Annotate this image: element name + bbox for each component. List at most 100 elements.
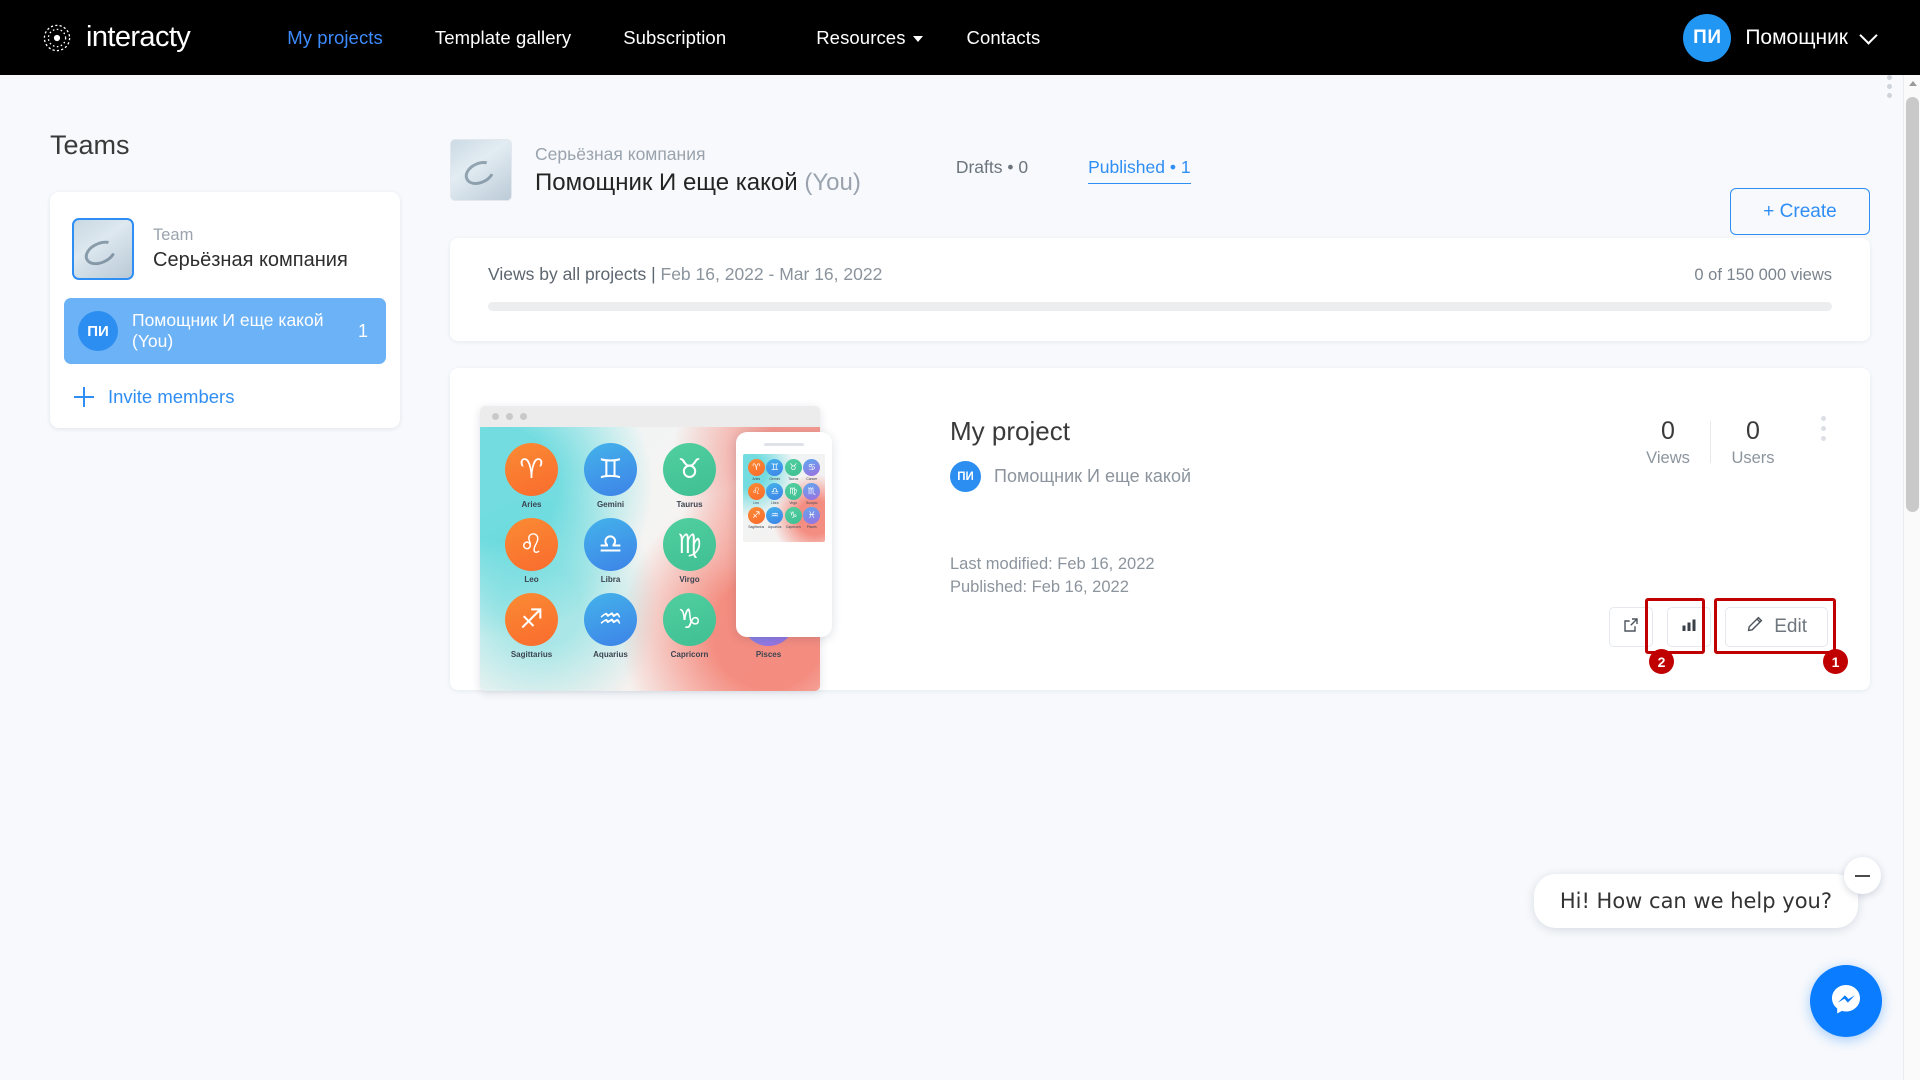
zodiac-sign-label: Cancer (806, 477, 818, 481)
zodiac-sign-icon: ♍ (784, 483, 802, 500)
zodiac-sign-icon: ♎ (584, 518, 637, 571)
zodiac-sign-label: Taurus (676, 500, 703, 509)
zodiac-cell[interactable]: ♐ Sagittarius (492, 593, 571, 659)
zodiac-cell[interactable]: ♍ Virgo (650, 518, 729, 584)
stat-users-label: Users (1731, 449, 1775, 467)
zodiac-sign-label: Aries (521, 500, 542, 509)
zodiac-sign-label: Gemini (596, 500, 625, 509)
page-scrollbar[interactable] (1903, 75, 1920, 1080)
tab-drafts[interactable]: Drafts • 0 (956, 157, 1028, 183)
zodiac-cell[interactable]: ♎ Libra (571, 518, 650, 584)
sunburst-logo-icon (40, 21, 74, 55)
zodiac-cell-mobile: ♐ Sagittarius (747, 507, 766, 529)
zodiac-sign-icon: ♋ (803, 459, 821, 476)
zodiac-sign-label: Sagittarius (510, 650, 553, 659)
main-nav: My projects Template gallery Subscriptio… (287, 27, 1092, 49)
phone-speaker (764, 443, 804, 446)
open-project-button[interactable] (1609, 607, 1654, 647)
avatar: ПИ (950, 461, 981, 492)
zodiac-sign-icon: ♌ (747, 483, 765, 500)
zodiac-cell[interactable]: ♒ Aquarius (571, 593, 650, 659)
nav-resources-label: Resources (816, 26, 906, 48)
project-actions: Edit (1609, 607, 1828, 647)
create-button[interactable]: + Create (1730, 188, 1870, 235)
zodiac-cell-mobile: ♏ Scorpio (803, 483, 822, 505)
chevron-down-icon (912, 35, 923, 42)
member-project-count: 1 (357, 320, 368, 341)
top-navigation-bar: interacty My projects Template gallery S… (0, 0, 1920, 75)
chat-minimize-button[interactable] (1844, 857, 1881, 894)
team-avatar-image (72, 218, 134, 280)
chevron-down-icon (1859, 26, 1878, 45)
zodiac-cell-mobile: ♒ Aquarius (766, 507, 785, 529)
zodiac-sign-icon: ♉ (663, 443, 716, 496)
zodiac-sign-label: Aries (752, 477, 761, 481)
owner-you-suffix: (You) (804, 168, 861, 196)
nav-resources[interactable]: Resources (816, 26, 923, 49)
zodiac-sign-label: Leo (524, 575, 539, 584)
stats-button[interactable] (1667, 607, 1712, 647)
edit-button[interactable]: Edit (1725, 607, 1828, 647)
brand-logo-link[interactable]: interacty (40, 21, 191, 55)
page-body: Teams Team Серьёзная компания ПИ Помощни… (0, 75, 1920, 1080)
brand-name: interacty (86, 21, 191, 53)
zodiac-sign-icon: ♌ (505, 518, 558, 571)
browser-chrome-bar (480, 406, 820, 427)
last-modified-date: Last modified: Feb 16, 2022 (950, 555, 1155, 573)
zodiac-sign-label: Taurus (788, 477, 799, 481)
zodiac-grid-mobile: ♈ Aries ♊ Gemini ♉ Taurus ♋ Cancer ♌ Leo ♎ Libra ♍ Vi… (747, 459, 821, 529)
views-date-range: Feb 16, 2022 - Mar 16, 2022 (660, 264, 883, 284)
zodiac-sign-label: Pisces (806, 525, 817, 529)
published-date: Published: Feb 16, 2022 (950, 578, 1129, 596)
views-progress-bar (488, 302, 1832, 311)
nav-template-gallery[interactable]: Template gallery (435, 27, 571, 49)
tab-published[interactable]: Published • 1 (1088, 157, 1191, 184)
annotation-badge-1: 1 (1823, 649, 1848, 674)
org-avatar-image (450, 139, 512, 201)
annotation-badge-2: 2 (1649, 649, 1674, 674)
messenger-launcher-button[interactable] (1810, 965, 1882, 1037)
avatar: ПИ (1683, 13, 1732, 62)
kebab-menu-icon[interactable] (1821, 416, 1826, 441)
messenger-icon (1826, 979, 1866, 1024)
project-preview[interactable]: ♈Aries♊Gemini♉Taurus♋Cancer♌Leo♎Libra♍Vi… (480, 406, 950, 691)
zodiac-sign-label: Pisces (755, 650, 782, 659)
nav-subscription[interactable]: Subscription (623, 27, 726, 49)
zodiac-sign-label: Aquarius (768, 525, 782, 529)
sidebar-item-member[interactable]: ПИ Помощник И еще какой (You) 1 (64, 298, 386, 364)
zodiac-sign-icon: ♓ (803, 507, 821, 524)
member-name: Помощник И еще какой (You) (132, 310, 324, 351)
sidebar-item-team[interactable]: Team Серьёзная компания (50, 75, 1892, 294)
user-menu[interactable]: ПИ Помощник (1683, 13, 1878, 62)
zodiac-cell[interactable]: ♌ Leo (492, 518, 571, 584)
scroll-up-button[interactable] (1904, 75, 1920, 92)
zodiac-sign-icon: ♊ (584, 443, 637, 496)
zodiac-cell[interactable]: ♈ Aries (492, 443, 571, 509)
bar-chart-icon (1681, 617, 1697, 638)
nav-my-projects[interactable]: My projects (287, 27, 383, 49)
chat-greeting-message: Hi! How can we help you? (1533, 874, 1858, 928)
zodiac-cell[interactable]: ♊ Gemini (571, 443, 650, 509)
zodiac-cell-mobile: ♊ Gemini (766, 459, 785, 481)
mobile-preview: ♈ Aries ♊ Gemini ♉ Taurus ♋ Cancer ♌ Leo ♎ Libra ♍ Vi… (736, 432, 832, 637)
zodiac-sign-icon: ♉ (784, 459, 802, 476)
zodiac-sign-label: Capricorn (670, 650, 709, 659)
minimize-icon (1855, 874, 1870, 877)
zodiac-sign-label: Aquarius (593, 650, 628, 659)
zodiac-sign-icon: ♏ (803, 483, 821, 500)
zodiac-cell[interactable]: ♑ Capricorn (650, 593, 729, 659)
team-name: Серьёзная компания (153, 249, 348, 271)
nav-contacts[interactable]: Contacts (967, 27, 1041, 49)
project-author-name: Помощник И еще какой (994, 466, 1192, 486)
zodiac-sign-icon: ♐ (505, 593, 558, 646)
invite-members-button[interactable]: Invite members (50, 364, 400, 416)
zodiac-cell-mobile: ♍ Virgo (784, 483, 803, 505)
avatar: ПИ (78, 311, 118, 351)
scrollbar-thumb[interactable] (1906, 97, 1919, 512)
zodiac-sign-icon: ♈ (747, 459, 765, 476)
org-name: Серьёзная компания (535, 143, 706, 164)
zodiac-sign-icon: ♑ (784, 507, 802, 524)
zodiac-cell[interactable]: ♉ Taurus (650, 443, 729, 509)
project-filter-tabs: Drafts • 0 Published • 1 (956, 157, 1251, 184)
zodiac-sign-label: Capricorn (785, 525, 801, 529)
